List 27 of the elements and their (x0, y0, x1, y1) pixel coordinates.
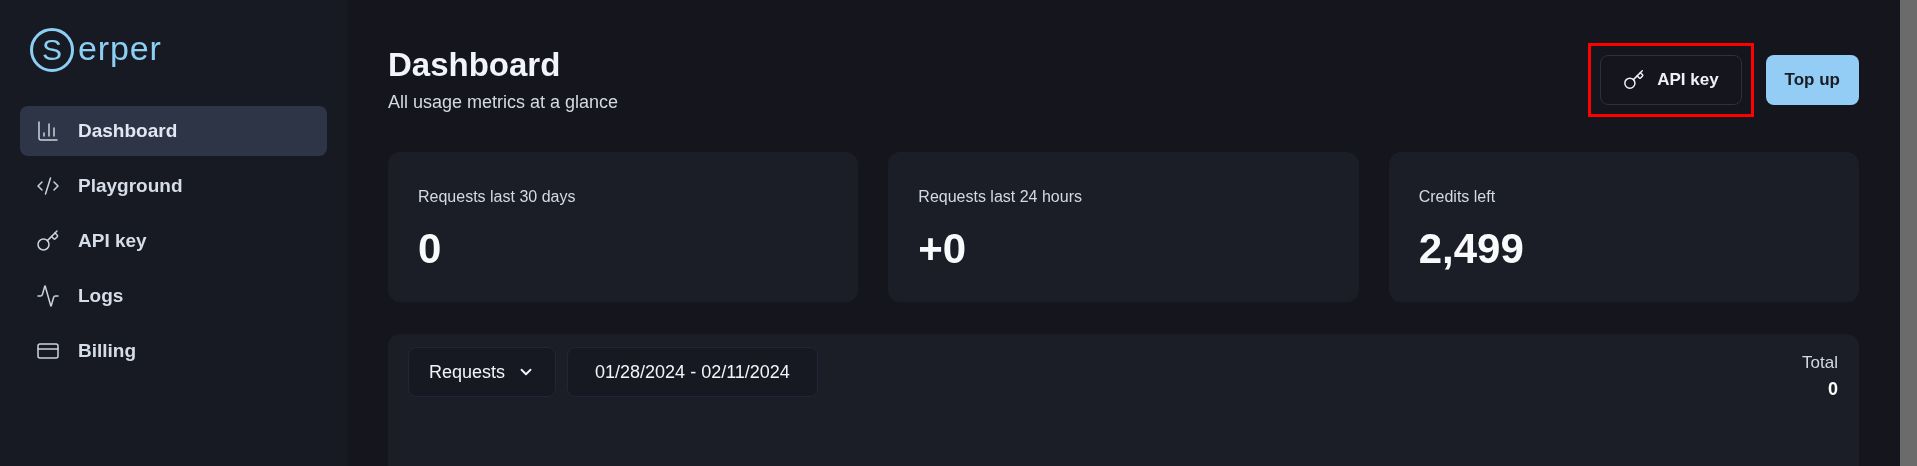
stat-label: Requests last 24 hours (918, 187, 1083, 208)
page-subtitle: All usage metrics at a glance (388, 91, 619, 115)
scrollbar[interactable] (1900, 0, 1917, 466)
stat-label: Requests last 30 days (418, 187, 577, 208)
logo-text: erper (78, 31, 162, 69)
metric-dropdown[interactable]: Requests (408, 347, 557, 398)
stat-value: +0 (918, 224, 968, 275)
nav-item[interactable]: Dashboard (20, 106, 327, 156)
stat-value: 2,499 (1418, 224, 1525, 275)
key-icon (1623, 69, 1646, 91)
pulse-icon (36, 284, 60, 308)
stat-value: 0 (418, 224, 443, 275)
key-icon (36, 229, 60, 253)
logo-mark: S (30, 28, 74, 72)
total-value: 0 (1828, 377, 1838, 401)
page-title: Dashboard (388, 45, 562, 85)
nav-item[interactable]: Logs (20, 271, 327, 321)
total-label: Total (1802, 352, 1838, 375)
top-up-button[interactable]: Top up (1765, 55, 1859, 105)
stat-label: Credits left (1418, 187, 1497, 208)
nav-item[interactable]: Playground (20, 161, 327, 211)
nav-item[interactable]: API key (20, 216, 327, 266)
code-icon (36, 174, 60, 198)
api-key-button[interactable]: API key (1600, 55, 1742, 105)
nav-item[interactable]: Billing (20, 326, 327, 376)
date-range-picker[interactable]: 01/28/2024 - 02/11/2024 (567, 347, 818, 398)
bar-chart-icon (36, 119, 60, 143)
